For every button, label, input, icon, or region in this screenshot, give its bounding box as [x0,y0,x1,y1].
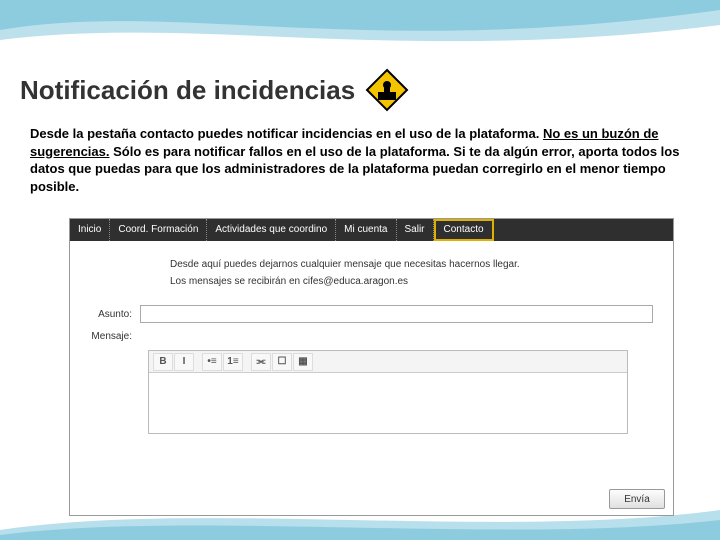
nav-item-coord[interactable]: Coord. Formación [110,219,207,241]
body-paragraph: Desde la pestaña contacto puedes notific… [30,125,680,195]
embedded-screenshot: Inicio Coord. Formación Actividades que … [69,218,674,516]
asunto-input[interactable] [140,305,653,323]
nav-item-contacto[interactable]: Contacto [434,219,494,241]
intro-line2: Los mensajes se recibirán en cifes@educa… [170,276,653,287]
decorative-wave-top [0,0,720,60]
asunto-label: Asunto: [90,309,140,320]
nav-item-actividades[interactable]: Actividades que coordino [207,219,336,241]
nav-item-salir[interactable]: Salir [397,219,434,241]
numbered-list-icon[interactable]: 1≡ [223,353,243,371]
italic-icon[interactable]: I [174,353,194,371]
link-icon[interactable]: ⫘ [251,353,271,371]
nav-item-cuenta[interactable]: Mi cuenta [336,219,396,241]
separator-icon [195,353,201,371]
intro-line1: Desde aquí puedes dejarnos cualquier men… [170,259,653,270]
editor-toolbar: B I •≡ 1≡ ⫘ ☐ ▦ [149,351,627,373]
bold-icon[interactable]: B [153,353,173,371]
image-icon[interactable]: ☐ [272,353,292,371]
page-title: Notificación de incidencias [20,75,355,106]
caution-sign-icon [365,68,409,112]
mensaje-label: Mensaje: [90,331,140,342]
nav-bar: Inicio Coord. Formación Actividades que … [70,219,673,241]
editor-body[interactable] [149,373,627,433]
bullet-list-icon[interactable]: •≡ [202,353,222,371]
table-icon[interactable]: ▦ [293,353,313,371]
nav-item-inicio[interactable]: Inicio [70,219,110,241]
body-text-c: Sólo es para notificar fallos en el uso … [30,144,679,194]
body-text-a: Desde la pestaña contacto puedes notific… [30,126,543,141]
rich-text-editor[interactable]: B I •≡ 1≡ ⫘ ☐ ▦ [148,350,628,434]
separator-icon [244,353,250,371]
intro-text: Desde aquí puedes dejarnos cualquier men… [70,241,673,297]
send-button[interactable]: Envía [609,489,665,509]
